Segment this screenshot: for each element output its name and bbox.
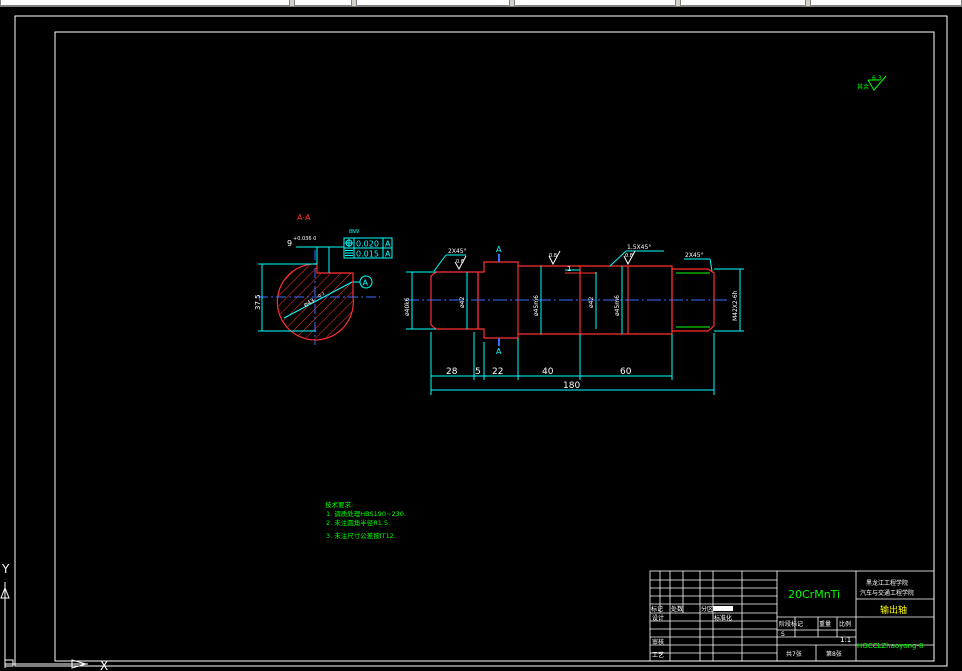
dim-22: 22: [492, 367, 503, 377]
shaft-d1: ø40k6: [404, 297, 411, 316]
tb-design: 设计: [652, 614, 664, 622]
shaft-d4: ø42: [588, 297, 595, 308]
tb-school-2: 汽车与交通工程学院: [860, 589, 914, 597]
dim-40: 40: [542, 367, 554, 377]
shaft-d5: ø45m6: [614, 295, 621, 316]
tb-process: 工艺: [652, 651, 664, 659]
notes-item-2: 2. 未注圆角半径R1.5.: [326, 518, 390, 527]
ucs-icon: [0, 582, 88, 669]
roughness-value-3: 0.8: [625, 253, 633, 259]
fcf2-datum: A: [385, 250, 391, 259]
chamfer-mid: 1.5X45°: [627, 244, 651, 251]
fcf1-value: 0.020: [356, 240, 379, 249]
tb-stage: 阶段标记: [779, 620, 803, 628]
title-block-fill: [713, 606, 733, 611]
tb-mark: 标记: [651, 605, 663, 613]
tb-count: 处数: [671, 605, 683, 613]
tb-total-sheets: 共7张: [786, 650, 802, 658]
tb-weight: 重量: [819, 620, 831, 628]
tb-review: 审核: [652, 638, 664, 646]
tb-sheet-no: 第8张: [826, 650, 842, 658]
shaft-d2: ø42: [459, 297, 466, 308]
tb-material: 20CrMnTi: [788, 588, 840, 601]
cut-mark-bottom: A: [496, 347, 502, 356]
roughness-note-text: 其余: [857, 83, 869, 91]
tb-part-name: 输出轴: [880, 604, 907, 616]
section-height-text: 37.5: [254, 294, 262, 310]
inner-frame: [54, 31, 935, 662]
roughness-value-1: 0.8: [456, 259, 464, 265]
keyway-width-text: 9: [287, 239, 292, 248]
ucs-y-label: Y: [1, 562, 10, 576]
fcf-frame-1: 0.020 A: [343, 237, 393, 249]
fcf1-datum: A: [385, 240, 391, 249]
tb-drawing-no: HGCCLZhaoyong-8: [857, 642, 923, 650]
tb-stage-value: S: [781, 631, 785, 638]
roughness-value-2: 0.8: [549, 253, 557, 259]
tolerance-label: 8N9: [349, 229, 359, 235]
fcf-frame-2: 0.015 A: [343, 247, 393, 259]
shaft-view: A A ø40k6 ø42 ø45m6 ø42 ø45m6 M42X2-6h 2…: [404, 244, 744, 395]
section-label: A-A: [297, 213, 311, 222]
tech-notes: 技术要求: 1. 调质处理HBS190~230. 2. 未注圆角半径R1.5. …: [325, 500, 406, 540]
section-view: 9 +0.036 0 8N9 0.020 A 0.015 A ø43 -0.2 …: [254, 229, 393, 345]
overall-length: 180: [563, 381, 580, 391]
datum-bubble-text: A: [363, 279, 369, 288]
keyway-depth: 1: [567, 265, 571, 273]
shaft-d3: ø45m6: [533, 295, 540, 316]
cut-mark-top: A: [496, 245, 502, 254]
dim-28: 28: [446, 367, 458, 377]
ucs-x-label: X: [100, 659, 108, 671]
chamfer-right: 2X45°: [685, 252, 704, 259]
keyway-tol-text: +0.036 0: [293, 236, 316, 242]
dim-60: 60: [620, 367, 632, 377]
roughness-note-value: 6.3: [872, 75, 882, 82]
tb-scale-label: 比例: [839, 620, 851, 628]
chamfer-left: 2X45°: [448, 248, 467, 255]
fcf2-value: 0.015: [356, 250, 379, 259]
notes-item-1: 1. 调质处理HBS190~230.: [326, 509, 406, 518]
tb-standard: 标准化: [714, 614, 732, 622]
notes-title: 技术要求:: [325, 500, 353, 509]
outer-frame: [14, 15, 948, 667]
dim-5: 5: [475, 367, 481, 377]
shaft-thread: M42X2-6h: [732, 290, 739, 321]
tb-zone: 分区: [701, 605, 713, 613]
notes-item-3: 3. 未注尺寸公差按IT12.: [326, 531, 396, 540]
tb-scale-value: 1:1: [840, 636, 851, 644]
tb-school-1: 黑龙江工程学院: [866, 579, 908, 587]
cad-drawing-canvas[interactable]: 其余 6.3 A-A 9 +0.036 0 8N9 0.020 A 0.015 …: [0, 6, 962, 671]
